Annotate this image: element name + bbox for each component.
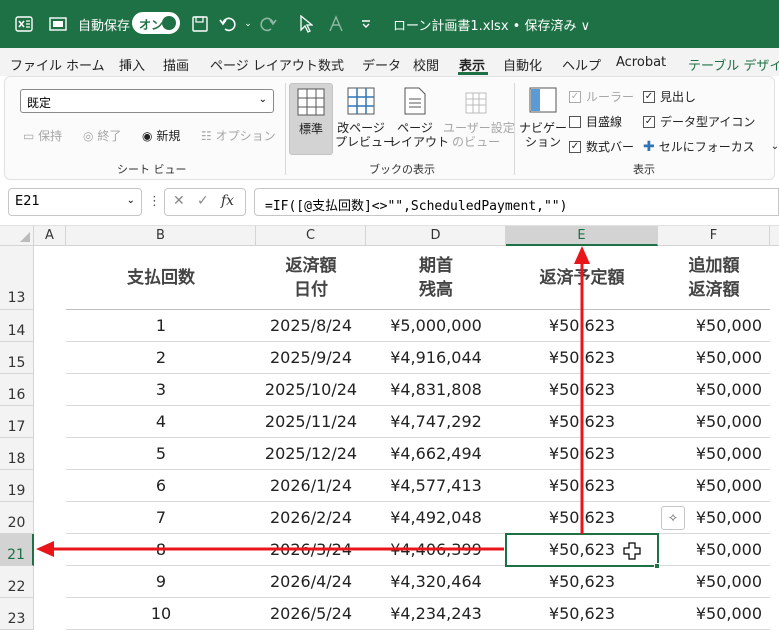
formula-bar-checkbox[interactable]: ✓ 数式バー xyxy=(569,138,634,155)
page-break-preview-button[interactable]: 改ページ プレビュー xyxy=(335,83,396,155)
customize-qat-icon[interactable] xyxy=(356,14,376,34)
chevron-down-icon[interactable]: ⌄ xyxy=(127,195,135,206)
ribbon: 既定 ⌄ ▭ 保持 ◎ 終了 ◉ 新規 ☷ オプション シート ビュー 標準 改… xyxy=(4,76,779,180)
tab-acrobat[interactable]: Acrobat xyxy=(616,55,666,70)
arrow-left-icon xyxy=(36,541,54,557)
navigation-button[interactable]: ナビゲー ション xyxy=(519,83,567,155)
tab-review[interactable]: 校閲 xyxy=(413,55,439,74)
tab-home[interactable]: ホーム xyxy=(66,55,105,74)
checkbox-checked-icon: ✓ xyxy=(569,140,581,153)
page-layout-icon xyxy=(401,87,429,117)
arrow-up-icon xyxy=(574,246,590,264)
keep-view-button: ▭ 保持 xyxy=(23,129,63,143)
page-break-label-2: プレビュー xyxy=(335,135,396,149)
file-title[interactable]: ローン計画書1.xlsx • 保存済み ∨ xyxy=(393,15,590,34)
tab-help[interactable]: ヘルプ xyxy=(562,55,601,74)
group-divider xyxy=(514,83,515,175)
ribbon-tabs: ファイル ホーム 挿入 描画 ページ レイアウト 数式 データ 校閲 表示 自動… xyxy=(0,48,779,76)
checkbox-checked-icon: ✓ xyxy=(643,90,655,103)
normal-view-button[interactable]: 標準 xyxy=(289,83,333,155)
group-divider xyxy=(285,83,286,175)
more-vertical-icon[interactable]: ⋮ xyxy=(148,194,161,209)
pointer-icon[interactable] xyxy=(296,14,316,34)
normal-view-label: 標準 xyxy=(298,122,323,136)
undo-dropdown-icon[interactable]: ⌄ xyxy=(238,14,258,34)
tab-insert[interactable]: 挿入 xyxy=(119,55,145,74)
keep-icon: ▭ xyxy=(23,129,35,143)
chevron-down-icon[interactable]: ⌄ xyxy=(771,141,779,152)
custom-views-label-1: ユーザー設定 xyxy=(443,121,515,135)
tab-data[interactable]: データ xyxy=(362,55,401,74)
tab-table-design[interactable]: テーブル デザイン xyxy=(688,55,779,74)
autosave-state: オン xyxy=(139,18,164,32)
tab-formulas[interactable]: 数式 xyxy=(318,55,344,74)
sheet-view-group-label: シート ビュー xyxy=(117,163,187,176)
chevron-down-icon: ⌄ xyxy=(258,94,267,105)
checkbox-checked-icon: ✓ xyxy=(569,90,581,103)
excel-logo-icon xyxy=(14,14,34,34)
tab-file[interactable]: ファイル xyxy=(10,55,62,74)
normal-view-icon xyxy=(297,88,325,118)
new-view-button[interactable]: ◉ 新規 xyxy=(142,127,180,144)
options-list-icon: ☷ xyxy=(201,129,212,143)
page-layout-label-1: ページ xyxy=(397,121,433,135)
enter-icon: ✓ xyxy=(197,193,209,209)
undo-icon[interactable] xyxy=(218,14,238,34)
formula-buttons: ✕ ✓ fx xyxy=(164,188,246,216)
ruler-checkbox: ✓ ルーラー xyxy=(569,90,635,104)
name-box-value: E21 xyxy=(15,194,40,209)
sheet-view-value: 既定 xyxy=(27,96,52,110)
sheet-view-select[interactable]: 既定 ⌄ xyxy=(20,89,274,113)
cancel-icon: ✕ xyxy=(173,193,185,209)
formula-input[interactable]: =IF([@支払回数]<>"",ScheduledPayment,"") xyxy=(254,188,779,216)
checkbox-checked-icon: ✓ xyxy=(643,115,655,128)
navigation-label-1: ナビゲー xyxy=(519,121,568,135)
page-layout-button[interactable]: ページ レイアウト xyxy=(389,83,450,155)
page-break-icon xyxy=(347,87,375,117)
gridlines-checkbox[interactable]: 目盛線 xyxy=(569,113,622,130)
save-icon[interactable] xyxy=(190,14,210,34)
name-box[interactable]: E21 ⌄ xyxy=(8,188,142,216)
custom-views-icon xyxy=(462,87,490,117)
insert-function-icon[interactable]: fx xyxy=(221,193,234,209)
accessibility-icon xyxy=(326,14,346,34)
tab-automate[interactable]: 自動化 xyxy=(503,55,542,74)
page-break-label-1: 改ページ xyxy=(337,121,385,135)
exit-view-button: ◎ 終了 xyxy=(83,129,122,143)
data-type-icons-checkbox[interactable]: ✓ データ型アイコン xyxy=(643,113,755,130)
layout-icon[interactable] xyxy=(48,14,68,34)
custom-views-label-2: のビュー xyxy=(451,135,500,149)
active-tab-indicator xyxy=(458,72,488,75)
tab-page-layout[interactable]: ページ レイアウト xyxy=(210,55,318,74)
headings-checkbox[interactable]: ✓ 見出し xyxy=(643,88,696,105)
toggle-knob xyxy=(162,16,176,30)
eye-off-icon: ◎ xyxy=(83,129,94,143)
worksheet-grid: A B C D E F 13 支払回数 返済額 日付 期首 残高 返済予定額 追… xyxy=(0,226,779,640)
page-layout-label-2: レイアウト xyxy=(389,135,450,149)
checkbox-unchecked-icon xyxy=(569,115,581,128)
title-bar: 自動保存 オン ⌄ ローン計画書1.xlsx • 保存済み ∨ xyxy=(0,0,779,48)
focus-cell-icon: ✚ xyxy=(643,138,655,155)
focus-cell-button[interactable]: ✚ セルにフォーカス ⌄ xyxy=(643,138,779,155)
redo-icon xyxy=(258,14,278,34)
navigation-label-2: ション xyxy=(524,135,561,149)
annotation-arrows xyxy=(36,246,590,557)
view-options-button: ☷ オプション xyxy=(201,129,276,143)
navigation-pane-icon xyxy=(529,87,557,117)
eye-icon: ◉ xyxy=(142,129,153,143)
autosave-toggle[interactable]: オン xyxy=(132,12,180,34)
workbook-views-group-label: ブックの表示 xyxy=(369,163,435,176)
autosave-label: 自動保存 xyxy=(78,19,131,34)
show-group-label: 表示 xyxy=(633,163,655,176)
formula-bar: E21 ⌄ ⋮ ✕ ✓ fx =IF([@支払回数]<>"",Scheduled… xyxy=(0,180,779,226)
tab-draw[interactable]: 描画 xyxy=(163,55,189,74)
custom-views-button: ユーザー設定 のビュー xyxy=(443,83,515,155)
